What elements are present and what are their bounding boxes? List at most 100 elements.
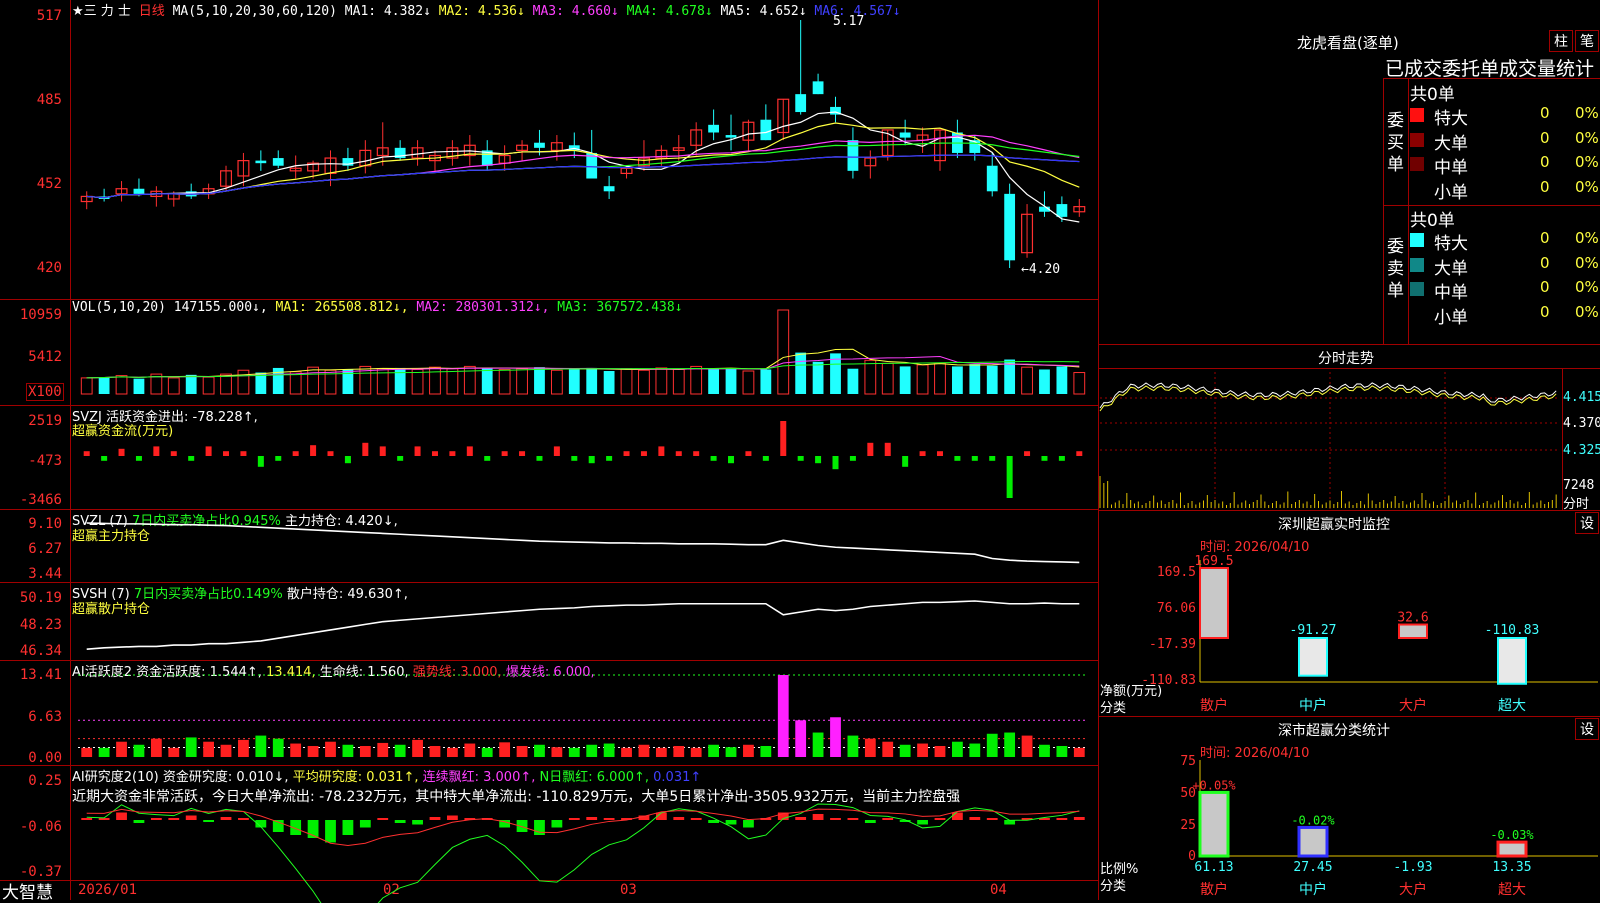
tick-mode-button[interactable]: 笔 — [1575, 30, 1599, 52]
fund-flow-bar-out — [902, 456, 909, 467]
research-bar — [150, 818, 162, 820]
activity-bar — [951, 741, 963, 757]
volume-bar-down — [568, 369, 580, 394]
volume-bar-up — [167, 377, 180, 395]
fund-flow-bar-out — [1006, 456, 1013, 498]
volume-bar-down — [725, 367, 737, 394]
research-bar — [394, 820, 406, 823]
bar-mode-button[interactable]: 柱 — [1549, 30, 1573, 52]
activity-bar — [116, 741, 127, 757]
order-table-left — [1383, 78, 1384, 344]
sell-row-1: 大单 0 0% — [1410, 254, 1600, 279]
candle-down — [133, 188, 145, 194]
volume-bar-down — [951, 366, 963, 394]
research-bar — [1073, 817, 1085, 820]
activity-bar — [394, 744, 406, 757]
fund-flow-bar-out — [257, 456, 264, 467]
cls-y3: 25 — [1180, 818, 1196, 833]
buy-row-label: 大单 — [1434, 133, 1468, 154]
sell-row-2: 中单 0 0% — [1410, 278, 1600, 303]
fenshi-y2: 4.370 — [1563, 416, 1600, 431]
fund-flow-bar-in — [83, 451, 90, 456]
order-table-top — [1383, 78, 1600, 79]
volume-bar-up — [777, 309, 790, 395]
sell-side-label: 委卖单 — [1387, 237, 1404, 301]
sz-settings-button[interactable]: 设 — [1575, 512, 1599, 534]
fund-flow-bar-in — [310, 445, 317, 456]
candle-down — [725, 135, 737, 138]
fund-flow-bar-in — [205, 446, 212, 456]
fund-flow-bar-in — [1076, 451, 1083, 456]
fund-flow-bar-out — [1058, 456, 1065, 461]
volume-bar-up — [220, 373, 232, 395]
sell-row-count: 0 — [1540, 278, 1550, 296]
sz-y1: 169.5 — [1156, 565, 1196, 580]
cls-y4: 0 — [1188, 849, 1196, 864]
fund-flow-bar-in — [223, 451, 230, 456]
activity-bar — [551, 747, 563, 757]
buy-row-count: 0 — [1540, 153, 1550, 171]
volume-bar-down — [708, 368, 720, 394]
research-bar — [81, 818, 93, 820]
fund-flow-bar-out — [536, 456, 543, 461]
cls-settings-button[interactable]: 设 — [1575, 718, 1599, 740]
volume-bar-down — [133, 378, 145, 394]
sell-swatch-icon — [1410, 257, 1424, 272]
candle-down — [708, 124, 720, 133]
research-bar — [446, 815, 458, 820]
volume-bar-up — [638, 369, 650, 395]
candle-down — [603, 186, 615, 192]
fund-flow-bar-in — [693, 451, 700, 456]
fund-flow-bar-in — [623, 451, 630, 456]
volume-bar-up — [80, 377, 93, 395]
activity-bar — [899, 744, 911, 757]
volume-bar-up — [916, 364, 929, 395]
activity-bar — [464, 743, 476, 757]
fund-flow-bar-in — [919, 451, 926, 456]
activity-bar — [638, 744, 650, 757]
lhb-title: 龙虎看盘(逐单) — [1297, 34, 1399, 52]
research-bar — [830, 818, 841, 820]
volume-bar-up — [864, 359, 877, 395]
research-bar — [743, 820, 754, 828]
sell-row-pct: 0% — [1575, 302, 1599, 321]
buy-row-label: 特大 — [1434, 109, 1468, 129]
fund-flow-bar-in — [240, 451, 247, 456]
volume-bar-up — [498, 368, 511, 395]
activity-bar — [185, 737, 197, 757]
activity-bar — [1073, 747, 1085, 757]
fenshi-top — [1099, 344, 1600, 345]
candle-down — [255, 160, 267, 164]
activity-bar — [290, 743, 302, 757]
sz-top — [1099, 510, 1600, 511]
sell-row-label: 大单 — [1434, 258, 1468, 279]
research-bar — [133, 820, 145, 823]
activity-bar — [743, 744, 754, 757]
activity-bar — [359, 745, 371, 757]
fund-flow-bar-in — [501, 451, 508, 456]
buy-swatch-icon — [1410, 132, 1424, 147]
buy-row-count: 0 — [1540, 104, 1550, 122]
activity-bar — [986, 733, 998, 757]
activity-bar — [586, 744, 598, 757]
volume-bar-up — [307, 366, 319, 395]
fund-flow-bar-in — [414, 446, 421, 456]
research-bar — [951, 812, 963, 820]
cls-top — [1099, 716, 1600, 717]
sell-row-pct: 0% — [1575, 229, 1599, 247]
fund-flow-bar-in — [170, 451, 177, 456]
cls-cat-label: 分类 — [1100, 879, 1127, 894]
buy-row-1: 大单 0 0% — [1410, 129, 1600, 154]
activity-bar — [655, 747, 667, 757]
activity-bar — [621, 747, 632, 757]
research-bar — [203, 820, 215, 822]
sz-cat-label: 分类 — [1100, 701, 1127, 716]
research-bar — [185, 815, 197, 820]
activity-bar — [568, 747, 580, 757]
research-bar — [238, 818, 249, 820]
activity-bar — [795, 720, 807, 757]
fund-flow-bar-in — [867, 442, 874, 456]
volume-bar-up — [742, 370, 755, 395]
fund-flow-bar-in — [153, 446, 160, 456]
research-bar — [847, 818, 859, 820]
